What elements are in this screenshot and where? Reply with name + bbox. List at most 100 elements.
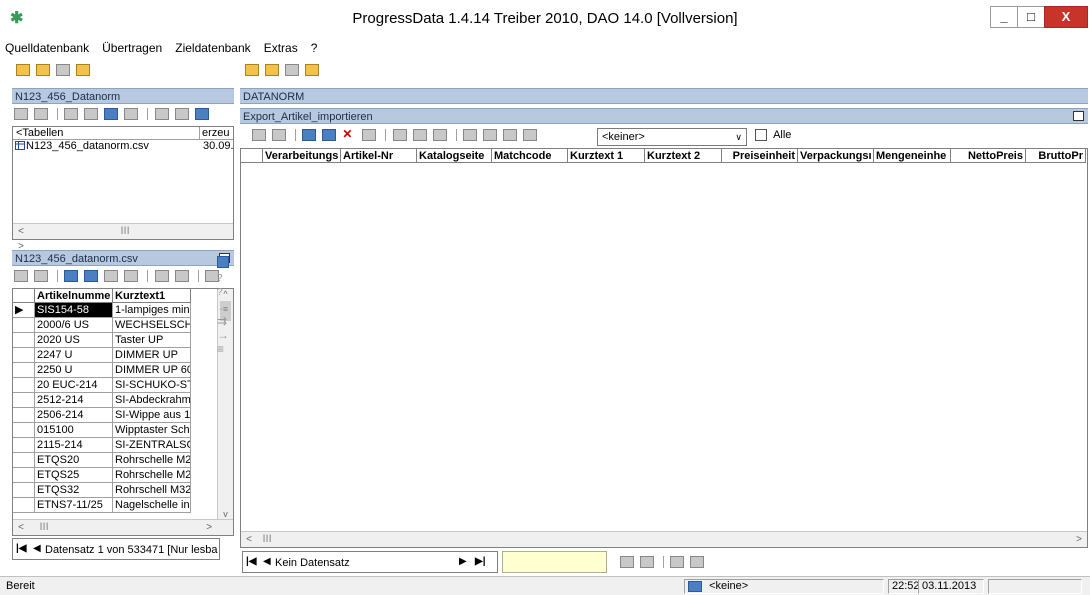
table-cell[interactable]: WECHSELSCH [113, 318, 191, 333]
column-header[interactable]: Artikel-Nr [341, 149, 417, 163]
export-icon[interactable] [124, 108, 139, 121]
table-cell[interactable]: SI-Wippe aus 1 [113, 408, 191, 423]
table-row[interactable]: 2247 U DIMMER UP [13, 348, 233, 363]
map-fields-icon[interactable] [217, 256, 229, 268]
maximize-button[interactable]: □ [1017, 6, 1045, 28]
filter-combo[interactable]: <keiner> ∨ [597, 128, 747, 146]
delete-icon[interactable]: ✕ [342, 128, 356, 141]
table-row[interactable]: ETQS32 Rohrschell M32 [13, 483, 233, 498]
column-header[interactable]: Artikelnumme [35, 289, 113, 303]
table-row[interactable]: 2115-214 SI-ZENTRALSC [13, 438, 233, 453]
table-row[interactable]: 015100 Wipptaster Schl [13, 423, 233, 438]
source-db-icon[interactable] [36, 64, 51, 77]
table-cell[interactable]: 2115-214 [35, 438, 113, 453]
target-db-icon[interactable] [265, 64, 280, 77]
first-record-icon[interactable]: |◀ [246, 556, 257, 567]
transfer-one-icon[interactable]: → [217, 328, 231, 342]
column-header[interactable]: Preiseinheit [722, 149, 798, 163]
folder-icon[interactable] [76, 64, 91, 77]
new-record-icon[interactable] [392, 129, 407, 142]
table-row[interactable]: ▶ SIS154-58 1-lampiges mini [13, 303, 233, 318]
row-selector[interactable] [13, 483, 35, 498]
table-row[interactable]: 2250 U DIMMER UP 60 [13, 363, 233, 378]
table-cell[interactable]: ETNS7-11/25 [35, 498, 113, 513]
table-cell[interactable]: 2512-214 [35, 393, 113, 408]
column-header[interactable]: Kurztext 2 [645, 149, 722, 163]
filter-edit-icon[interactable] [252, 129, 266, 142]
row-selector[interactable] [13, 318, 35, 333]
find-icon[interactable] [620, 556, 634, 569]
scroll-down-icon[interactable]: v [218, 509, 233, 519]
table-cell[interactable]: 2250 U [35, 363, 113, 378]
sort-desc-icon[interactable] [322, 129, 337, 142]
row-selector[interactable] [13, 348, 35, 363]
table-cell[interactable]: 1-lampiges mini [113, 303, 191, 318]
minimize-button[interactable]: _ [990, 6, 1018, 28]
open-target-icon[interactable] [245, 64, 259, 77]
panel-restore-icon[interactable] [1073, 111, 1084, 121]
scroll-right-icon[interactable]: > [201, 520, 217, 535]
search-input[interactable] [502, 551, 607, 573]
row-selector[interactable] [13, 453, 35, 468]
filter-remove-icon[interactable] [522, 129, 537, 142]
table-row[interactable]: ETQS20 Rohrschelle M2 [13, 453, 233, 468]
filter-clear-icon[interactable] [502, 129, 517, 142]
last-record-icon[interactable]: ▶| [475, 556, 486, 567]
first-record-icon[interactable]: |◀ [16, 543, 27, 554]
info-icon[interactable] [104, 108, 119, 121]
transfer-all-icon[interactable]: ⇉ [217, 314, 231, 328]
table-cell[interactable]: 2247 U [35, 348, 113, 363]
sort-desc-icon[interactable] [84, 270, 99, 283]
scroll-right-icon[interactable]: > [1071, 532, 1087, 547]
chevron-down-icon[interactable]: ∨ [735, 129, 742, 145]
tables-hscrollbar[interactable]: < III > [13, 223, 233, 252]
table-cell[interactable]: 2000/6 US [35, 318, 113, 333]
delete-icon[interactable] [104, 270, 119, 283]
column-header[interactable]: Verpackungsı [798, 149, 874, 163]
row-selector[interactable] [13, 408, 35, 423]
row-pointer-icon[interactable]: ▶ [13, 303, 35, 318]
row-selector[interactable] [13, 438, 35, 453]
target-table-icon[interactable] [285, 64, 300, 77]
grid-hscrollbar[interactable]: < III > [241, 531, 1087, 547]
table-row[interactable]: 2020 US Taster UP [13, 333, 233, 348]
sort-asc-icon[interactable] [302, 129, 317, 142]
transfer-right-icon[interactable]: → [217, 300, 231, 314]
table-cell[interactable]: SI-SCHUKO-ST [113, 378, 191, 393]
row-selector[interactable] [13, 498, 35, 513]
source-table-icon[interactable] [56, 64, 71, 77]
table-cell[interactable]: ETQS25 [35, 468, 113, 483]
table-cell[interactable]: 20 EUC-214 [35, 378, 113, 393]
column-header[interactable]: NettoPreis [951, 149, 1026, 163]
menu-quelldatenbank[interactable]: Quelldatenbank [0, 38, 94, 55]
table-row[interactable]: 2506-214 SI-Wippe aus 1 [13, 408, 233, 423]
sort-asc-icon[interactable] [64, 270, 79, 283]
table-cell[interactable]: Rohrschelle M2 [113, 468, 191, 483]
menu-zieldatenbank[interactable]: Zieldatenbank [170, 38, 255, 55]
transfer-list-icon[interactable]: ≡ [217, 342, 231, 356]
filter-icon[interactable] [154, 108, 169, 121]
row-selector[interactable] [13, 333, 35, 348]
scroll-thumb[interactable]: III [32, 521, 56, 533]
table-cell[interactable]: Wipptaster Schl [113, 423, 191, 438]
column-header[interactable]: Kurztext1 [113, 289, 191, 303]
save-record-icon[interactable] [412, 129, 427, 142]
row-selector[interactable] [13, 423, 35, 438]
prev-record-icon[interactable]: ◀ [263, 556, 271, 567]
scroll-thumb[interactable]: III [32, 225, 218, 237]
filter-view-icon[interactable] [272, 129, 287, 142]
table-view-icon[interactable] [14, 108, 28, 121]
find-next-icon[interactable] [640, 556, 655, 569]
structure-icon[interactable] [84, 108, 99, 121]
close-button[interactable]: X [1044, 6, 1088, 28]
filter-selection-icon[interactable] [462, 129, 477, 142]
table-row[interactable]: ETQS25 Rohrschelle M2 [13, 468, 233, 483]
table-cell[interactable]: SI-Abdeckrahm [113, 393, 191, 408]
menu-help[interactable]: ? [306, 38, 323, 55]
filter-exclude-icon[interactable] [174, 270, 189, 283]
column-header[interactable]: Verarbeitungs [263, 149, 341, 163]
table-cell[interactable]: 2506-214 [35, 408, 113, 423]
tables-header-created[interactable]: erzeu [199, 127, 230, 139]
table-cell[interactable]: Nagelschelle in [113, 498, 191, 513]
scroll-left-icon[interactable]: < [241, 532, 257, 547]
